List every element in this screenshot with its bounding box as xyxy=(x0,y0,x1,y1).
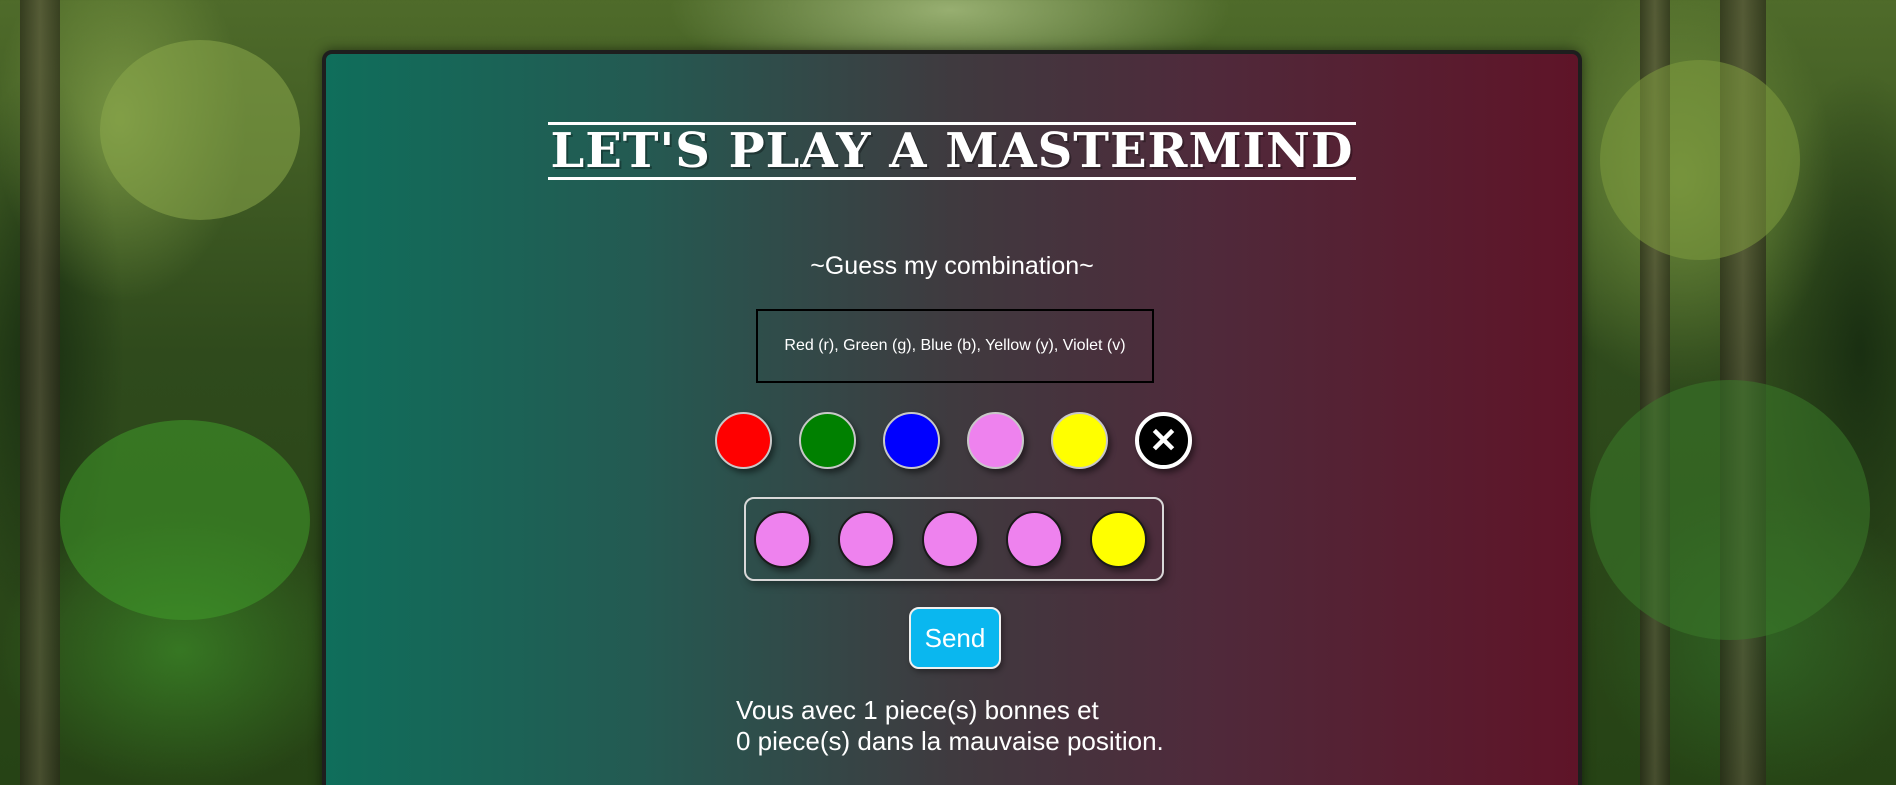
color-peg-yellow[interactable] xyxy=(1051,412,1108,469)
guess-slot[interactable] xyxy=(1090,510,1147,568)
result-line: 0 piece(s) dans la mauvaise position. xyxy=(736,726,1164,756)
color-peg-violet[interactable] xyxy=(967,412,1024,469)
color-peg-blue[interactable] xyxy=(883,412,940,469)
color-palette: ✕ xyxy=(715,412,1192,469)
background-tree-trunk xyxy=(20,0,60,785)
guess-slots xyxy=(744,497,1164,581)
color-peg-red[interactable] xyxy=(715,412,772,469)
guess-slot[interactable] xyxy=(754,510,811,568)
color-legend-text: Red (r), Green (g), Blue (b), Yellow (y)… xyxy=(784,337,1126,354)
send-button[interactable]: Send xyxy=(909,607,1001,669)
page-title-text: LET'S PLAY A MASTERMIND xyxy=(548,122,1356,180)
background-foliage xyxy=(1590,380,1870,640)
guess-slot[interactable] xyxy=(922,510,979,568)
guess-slot[interactable] xyxy=(838,510,895,568)
close-icon: ✕ xyxy=(1149,421,1178,460)
color-legend: Red (r), Green (g), Blue (b), Yellow (y)… xyxy=(756,309,1154,383)
color-peg-green[interactable] xyxy=(799,412,856,469)
page-title: LET'S PLAY A MASTERMIND xyxy=(326,122,1578,180)
clear-button[interactable]: ✕ xyxy=(1135,412,1192,469)
subtitle: ~Guess my combination~ xyxy=(810,252,1094,280)
background-foliage xyxy=(1600,60,1800,260)
guess-slot[interactable] xyxy=(1006,510,1063,568)
game-panel: LET'S PLAY A MASTERMIND ~Guess my combin… xyxy=(322,50,1582,785)
background-foliage xyxy=(60,420,310,620)
result-message: Vous avec 1 piece(s) bonnes et 0 piece(s… xyxy=(736,695,1164,757)
background-foliage xyxy=(100,40,300,220)
result-line: Vous avec 1 piece(s) bonnes et xyxy=(736,695,1099,725)
